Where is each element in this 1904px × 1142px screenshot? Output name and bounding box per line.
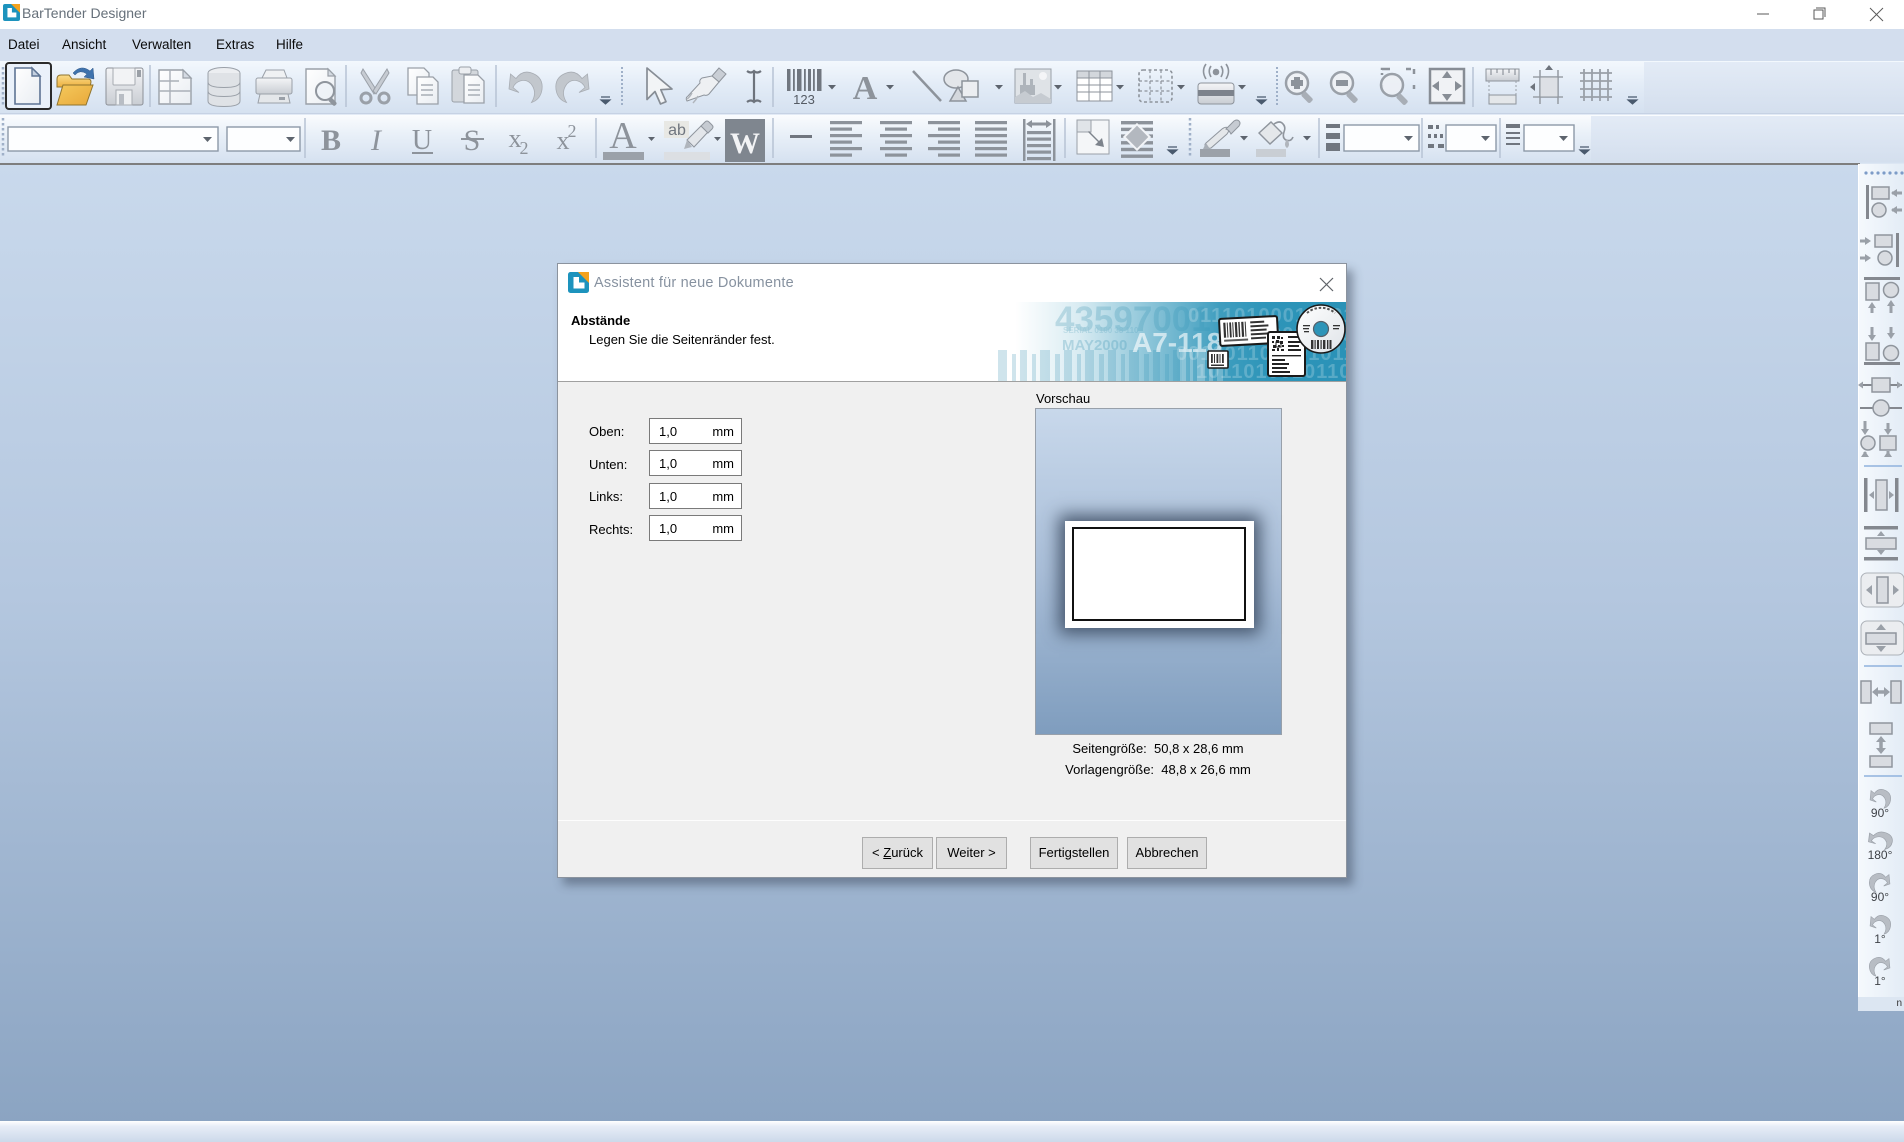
svg-text:I: I (370, 124, 383, 157)
svg-text:90°: 90° (1871, 890, 1889, 904)
svg-text:ab: ab (668, 122, 686, 139)
svg-text:A: A (853, 70, 878, 107)
svg-text:90°: 90° (1871, 806, 1889, 820)
svg-text:S: S (464, 124, 481, 157)
svg-text:A: A (609, 115, 637, 157)
svg-text:B: B (321, 124, 341, 157)
svg-text:U: U (412, 125, 432, 156)
svg-text:2: 2 (520, 138, 529, 158)
svg-text:1°: 1° (1874, 974, 1886, 988)
svg-text:180°: 180° (1868, 848, 1893, 862)
svg-text:2: 2 (568, 121, 577, 141)
svg-text:W: W (730, 127, 760, 160)
svg-text:123: 123 (793, 92, 815, 107)
svg-text:1°: 1° (1874, 932, 1886, 946)
